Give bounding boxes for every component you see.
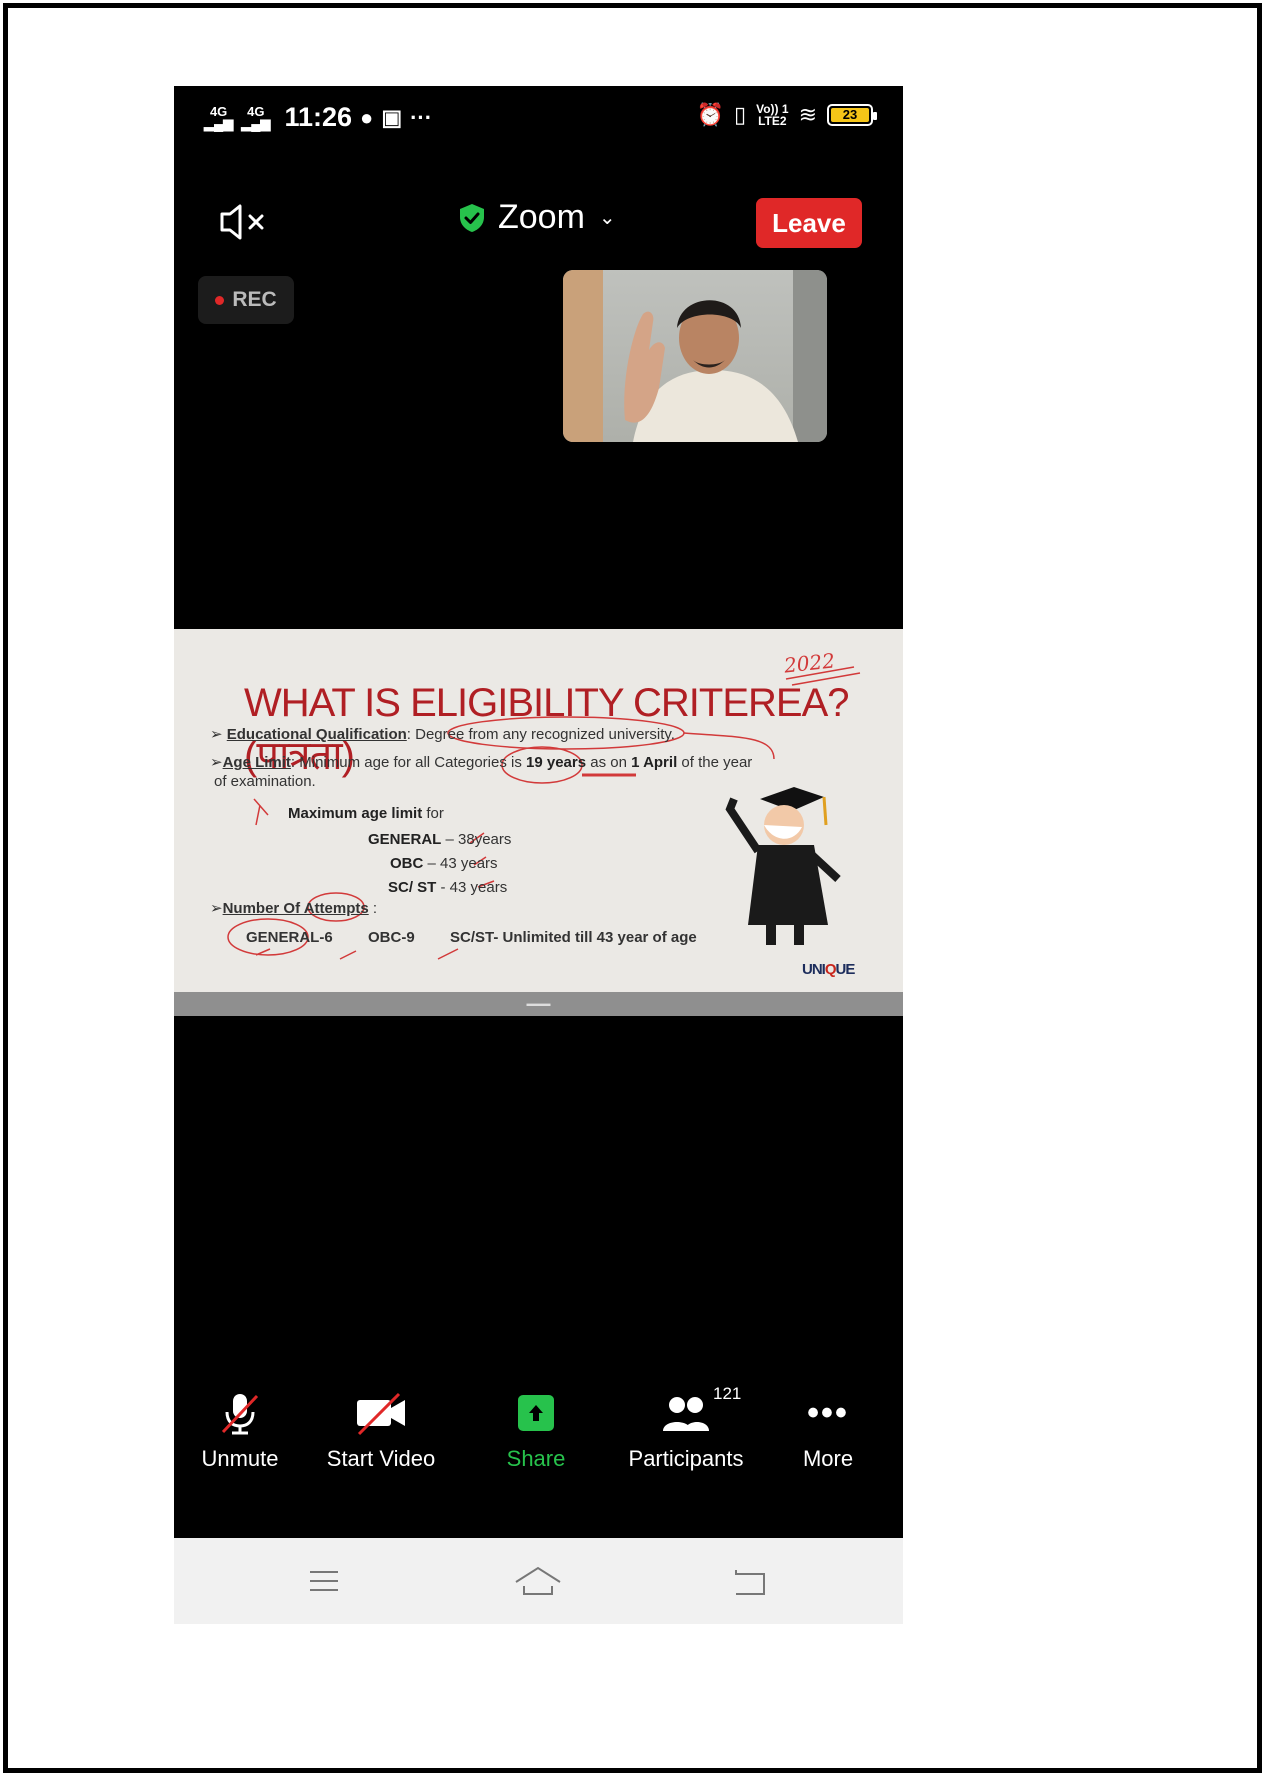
attempt-scst: SC/ST- Unlimited till 43 year of age	[450, 929, 697, 946]
max-obc: OBC – 43 years	[390, 855, 498, 872]
age-line: ➢Age Limit: Minimum age for all Categori…	[210, 754, 753, 771]
more-label: More	[802, 1446, 854, 1471]
battery-icon: 23	[827, 104, 877, 126]
share-label: Share	[506, 1446, 566, 1471]
recents-button[interactable]	[294, 1556, 354, 1606]
recording-badge: REC	[198, 276, 294, 324]
max-general: GENERAL – 38years	[368, 831, 512, 848]
participants-button[interactable]: 121 Participants	[616, 1384, 756, 1478]
phone-screen: 4G ▂▄▆ 4G ▂▄▆ 11:26 ● ▣ ··· ⏰ ▯ Vo)) 1 LTE2…	[174, 86, 903, 1624]
lte-indicator: Vo)) 1 LTE2	[756, 102, 789, 128]
gallery-icon: ▣	[381, 104, 403, 130]
back-button[interactable]	[720, 1556, 780, 1606]
meeting-toolbar: Unmute Start Video Share 121 Participant…	[174, 1382, 903, 1478]
home-icon	[515, 1566, 561, 1595]
menu-lines-icon	[310, 1571, 338, 1591]
more-notifications-icon: ···	[410, 104, 433, 130]
participant-video	[563, 270, 827, 442]
wifi-icon: ≋	[798, 102, 817, 127]
start-video-button[interactable]: Start Video	[311, 1390, 451, 1478]
back-icon	[735, 1570, 765, 1595]
unmute-button[interactable]: Unmute	[174, 1390, 310, 1478]
unique-logo: UNIQUE	[802, 961, 855, 978]
slide-footer-strip: ▬▬▬	[174, 992, 903, 1016]
meeting-title-button[interactable]: Zoom ⌄	[458, 198, 616, 237]
start-video-label: Start Video	[326, 1446, 436, 1471]
speaker-muted-button[interactable]	[218, 200, 278, 244]
shared-screen-slide: 2022 WHAT IS ELIGIBILITY CRITEREA? (पात्…	[174, 629, 903, 992]
notification-icon: ●	[360, 104, 374, 130]
leave-button[interactable]: Leave	[756, 198, 862, 248]
alarm-icon: ⏰	[696, 102, 724, 127]
vibrate-icon: ▯	[734, 102, 747, 127]
meeting-top-bar: Zoom ⌄ Leave	[174, 186, 903, 256]
edu-label: Educational Qualification	[226, 726, 407, 743]
shield-check-icon	[460, 203, 484, 232]
edu-line: ➢ Educational Qualification: Degree from…	[210, 726, 675, 743]
max-age-line: Maximum age limit for	[288, 805, 444, 822]
speaker-off-icon	[220, 204, 264, 240]
attempt-obc: OBC-9	[368, 929, 415, 946]
signal-icon-1: 4G ▂▄▆	[204, 103, 234, 131]
participants-label: Participants	[628, 1446, 744, 1471]
signal-icon-2: 4G ▂▄▆	[241, 103, 271, 131]
age-line-2: of examination.	[214, 773, 316, 790]
status-bar: 4G ▂▄▆ 4G ▂▄▆ 11:26 ● ▣ ··· ⏰ ▯ Vo)) 1 LTE2…	[174, 86, 903, 150]
edu-value: : Degree from any recognized university.	[406, 726, 675, 743]
max-scst: SC/ ST - 43 years	[388, 879, 508, 896]
attempts-label: Number Of Attempts	[222, 900, 369, 917]
meeting-title: Zoom	[498, 198, 585, 236]
attempts-line: ➢Number Of Attempts :	[210, 900, 378, 917]
share-button[interactable]: Share	[466, 1390, 606, 1478]
attempt-general: GENERAL-6	[246, 929, 333, 946]
video-off-icon	[357, 1392, 405, 1436]
system-nav-bar	[174, 1538, 903, 1624]
record-dot-icon	[215, 295, 225, 305]
participants-count: 121	[713, 1384, 742, 1403]
mic-muted-icon	[221, 1394, 259, 1435]
home-button[interactable]	[508, 1556, 568, 1606]
more-dots-icon: •••	[807, 1394, 849, 1432]
unmute-label: Unmute	[201, 1446, 279, 1471]
video-thumbnail[interactable]	[563, 270, 827, 442]
clock: 11:26	[284, 102, 353, 132]
age-label: Age Limit	[222, 754, 291, 771]
share-arrow-icon	[518, 1395, 554, 1431]
participants-icon	[663, 1397, 709, 1431]
more-button[interactable]: ••• More	[758, 1390, 898, 1478]
recording-label: REC	[232, 288, 277, 311]
chevron-down-icon: ⌄	[598, 207, 616, 229]
graduate-cartoon	[725, 787, 841, 945]
